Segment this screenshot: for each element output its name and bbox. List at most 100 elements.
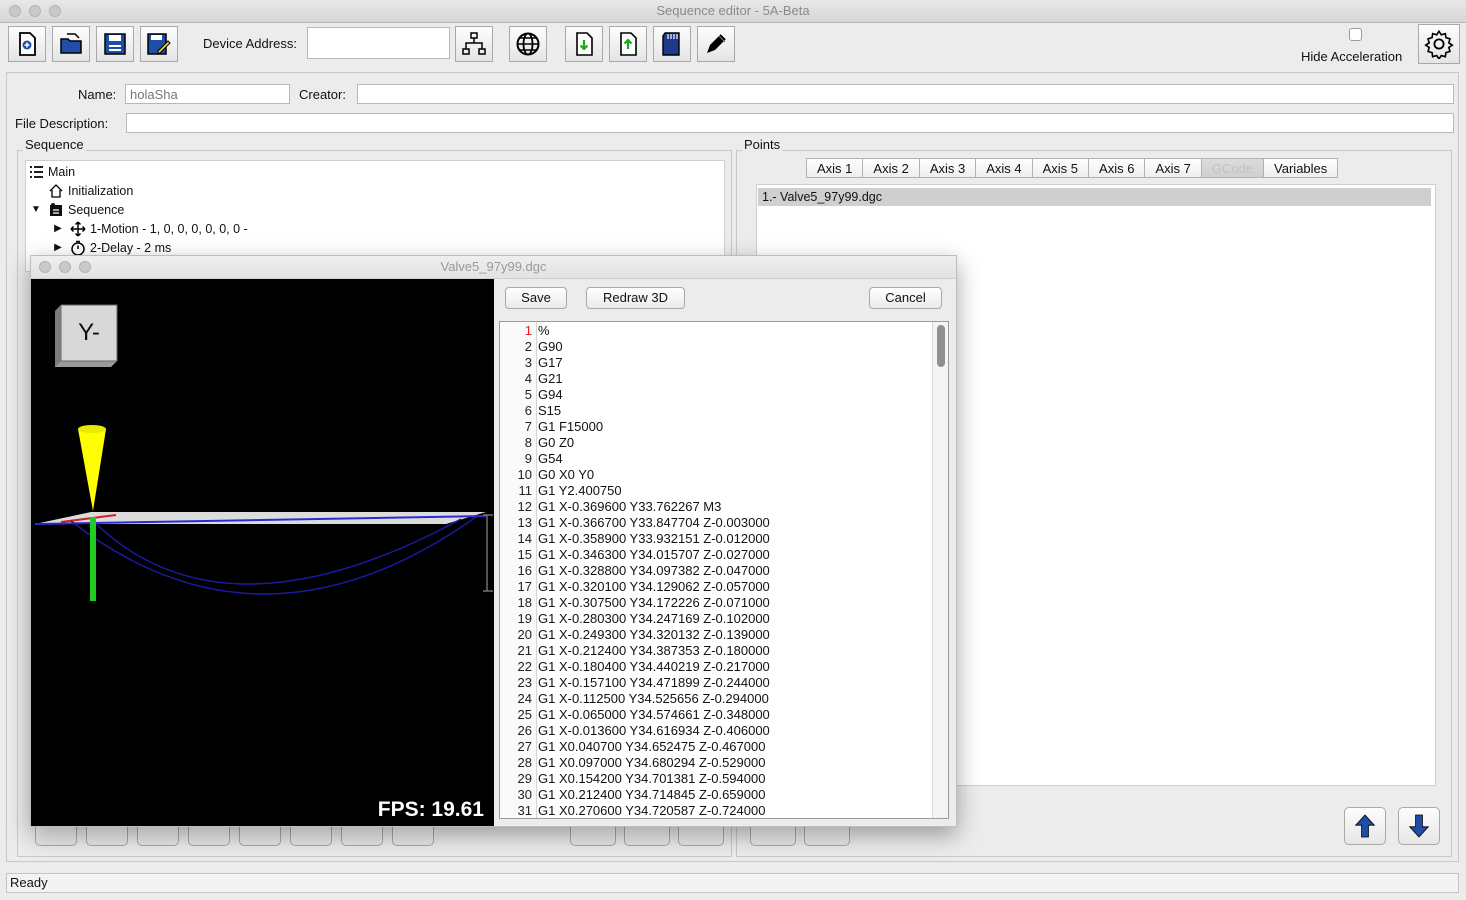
line-number: 24 (517, 691, 532, 706)
line-number: 30 (517, 787, 532, 802)
gcode-editor[interactable]: 1% 2 G90 3 G17 4 G21 5 G94 6 S15 7 G1 F15000 8 G0 Z0 9 G… (499, 321, 949, 819)
tree-item-motion[interactable]: ▶ 1-Motion - 1, 0, 0, 0, 0, 0, 0 - (50, 219, 248, 238)
code-line-text: G1 F15000 (538, 419, 604, 434)
move-icon (70, 220, 86, 237)
upload-button[interactable] (609, 26, 647, 62)
network-button[interactable] (455, 26, 493, 62)
scale-bracket (483, 514, 493, 592)
code-line[interactable]: 15 G1 X-0.346300 Y34.015707 Z-0.027000 (500, 547, 770, 563)
tab-axis-7[interactable]: Axis 7 (1144, 158, 1201, 178)
chevron-down-icon[interactable]: ▼ (28, 202, 44, 218)
globe-button[interactable] (509, 26, 547, 62)
line-number: 9 (524, 451, 532, 466)
tree-item-main[interactable]: Main (28, 162, 75, 181)
code-line[interactable]: 20 G1 X-0.249300 Y34.320132 Z-0.139000 (500, 627, 770, 643)
code-line-text: G1 X-0.358900 Y33.932151 Z-0.012000 (538, 531, 770, 546)
line-number: 22 (517, 659, 532, 674)
code-line[interactable]: 21 G1 X-0.212400 Y34.387353 Z-0.180000 (500, 643, 770, 659)
code-line[interactable]: 4 G21 (500, 371, 563, 387)
tab-axis-1[interactable]: Axis 1 (806, 158, 863, 178)
code-line[interactable]: 8 G0 Z0 (500, 435, 574, 451)
globe-icon (516, 32, 540, 56)
code-line[interactable]: 13 G1 X-0.366700 Y33.847704 Z-0.003000 (500, 515, 770, 531)
tab-axis-2[interactable]: Axis 2 (862, 158, 919, 178)
code-line[interactable]: 2 G90 (500, 339, 563, 355)
code-line[interactable]: 5 G94 (500, 387, 563, 403)
line-number: 20 (517, 627, 532, 642)
dialog-close-button[interactable] (39, 261, 51, 273)
line-number: 7 (524, 419, 532, 434)
code-line[interactable]: 9 G54 (500, 451, 563, 467)
3d-viewport[interactable]: Y- FPS: 19.61 (31, 279, 494, 826)
code-line[interactable]: 27 G1 X0.040700 Y34.652475 Z-0.467000 (500, 739, 766, 755)
code-line[interactable]: 25 G1 X-0.065000 Y34.574661 Z-0.348000 (500, 707, 770, 723)
move-up-button[interactable] (1344, 807, 1386, 845)
save-dialog-button[interactable]: Save (505, 287, 567, 309)
settings-button[interactable] (1418, 24, 1460, 64)
points-panel-title: Points (742, 137, 783, 152)
name-input[interactable] (125, 84, 290, 104)
3d-scene (34, 304, 493, 601)
tab-axis-5[interactable]: Axis 5 (1031, 158, 1089, 178)
save-button[interactable] (96, 26, 134, 62)
chevron-right-icon[interactable]: ▶ (50, 221, 66, 237)
line-number: 21 (517, 643, 532, 658)
code-line-text: G90 (538, 339, 563, 354)
tree-item-initialization[interactable]: Initialization (48, 181, 133, 200)
file-description-input[interactable] (126, 113, 1454, 133)
code-line[interactable]: 23 G1 X-0.157100 Y34.471899 Z-0.244000 (500, 675, 770, 691)
code-line[interactable]: 24 G1 X-0.112500 Y34.525656 Z-0.294000 (500, 691, 769, 707)
tab-axis-3[interactable]: Axis 3 (918, 158, 976, 178)
code-line-text: G1 X-0.157100 Y34.471899 Z-0.244000 (538, 675, 770, 690)
tab-axis-6[interactable]: Axis 6 (1088, 158, 1145, 178)
pen-button[interactable] (697, 26, 735, 62)
code-line[interactable]: 14 G1 X-0.358900 Y33.932151 Z-0.012000 (500, 531, 770, 547)
device-address-input[interactable] (307, 27, 450, 59)
code-line[interactable]: 31 G1 X0.270600 Y34.720587 Z-0.724000 (500, 803, 766, 818)
creator-input[interactable] (357, 84, 1454, 104)
tab-gcode[interactable]: GCode (1200, 158, 1264, 178)
sequence-panel-title: Sequence (23, 137, 86, 152)
scrollbar-thumb[interactable] (937, 325, 945, 367)
tab-variables[interactable]: Variables (1263, 158, 1339, 178)
chevron-right-icon[interactable]: ▶ (50, 240, 66, 256)
tab-axis-4[interactable]: Axis 4 (975, 158, 1032, 178)
hide-acceleration-label: Hide Acceleration (1301, 49, 1403, 64)
line-number: 5 (524, 387, 532, 402)
new-file-button[interactable] (8, 26, 46, 62)
code-line[interactable]: 19 G1 X-0.280300 Y34.247169 Z-0.102000 (500, 611, 770, 627)
code-line[interactable]: 1% (500, 323, 550, 339)
code-line[interactable]: 30 G1 X0.212400 Y34.714845 Z-0.659000 (500, 787, 766, 803)
line-number: 3 (524, 355, 532, 370)
points-list-item[interactable]: 1.- Valve5_97y99.dgc (758, 188, 1431, 206)
code-line[interactable]: 22 G1 X-0.180400 Y34.440219 Z-0.217000 (500, 659, 770, 675)
download-button[interactable] (565, 26, 603, 62)
code-line[interactable]: 26 G1 X-0.013600 Y34.616934 Z-0.406000 (500, 723, 770, 739)
hide-acceleration-checkbox[interactable] (1349, 28, 1362, 41)
code-line[interactable]: 28 G1 X0.097000 Y34.680294 Z-0.529000 (500, 755, 766, 771)
window-titlebar: Sequence editor - 5A-Beta (0, 0, 1466, 23)
line-number: 23 (517, 675, 532, 690)
save-as-button[interactable] (140, 26, 178, 62)
code-line[interactable]: 3 G17 (500, 355, 563, 371)
code-line[interactable]: 7 G1 F15000 (500, 419, 603, 435)
code-line[interactable]: 12 G1 X-0.369600 Y33.762267 M3 (500, 499, 722, 515)
code-line[interactable]: 11 G1 Y2.400750 (500, 483, 622, 499)
open-file-button[interactable] (52, 26, 90, 62)
dialog-zoom-button[interactable] (79, 261, 91, 273)
editor-scrollbar[interactable] (932, 322, 948, 818)
code-line[interactable]: 10 G0 X0 Y0 (500, 467, 595, 483)
code-line[interactable]: 16 G1 X-0.328800 Y34.097382 Z-0.047000 (500, 563, 770, 579)
cancel-dialog-button[interactable]: Cancel (869, 287, 942, 309)
code-line[interactable]: 6 S15 (500, 403, 561, 419)
code-line[interactable]: 18 G1 X-0.307500 Y34.172226 Z-0.071000 (500, 595, 770, 611)
sd-card-button[interactable] (653, 26, 691, 62)
line-number: 29 (517, 771, 532, 786)
dialog-minimize-button[interactable] (59, 261, 71, 273)
clock-icon (70, 240, 86, 256)
code-line[interactable]: 29 G1 X0.154200 Y34.701381 Z-0.594000 (500, 771, 766, 787)
tree-item-sequence[interactable]: ▼ Sequence (28, 200, 124, 219)
code-line[interactable]: 17 G1 X-0.320100 Y34.129062 Z-0.057000 (500, 579, 770, 595)
move-down-button[interactable] (1398, 807, 1440, 845)
redraw-3d-button[interactable]: Redraw 3D (586, 287, 685, 309)
